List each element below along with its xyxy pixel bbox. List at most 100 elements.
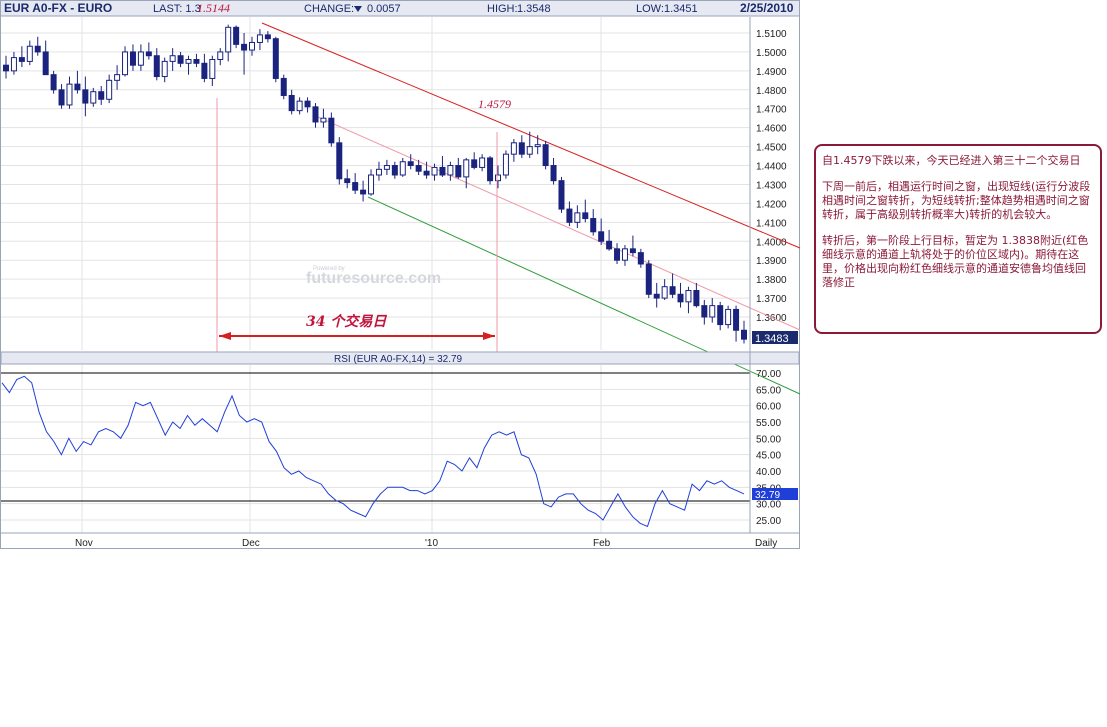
candle-down xyxy=(233,26,240,45)
candle-down xyxy=(455,165,462,178)
candle-up xyxy=(534,144,541,148)
candle-up xyxy=(495,174,501,182)
candle-down xyxy=(590,218,597,233)
high-label: HIGH: xyxy=(487,3,518,15)
rsi-tick-label: 65.00 xyxy=(756,385,781,396)
candle-down xyxy=(645,263,652,295)
analysis-note: 自1.4579下跌以来，今天已经进入第三十二个交易日 下周一前后，相遇运行时间之… xyxy=(814,144,1102,334)
candle-down xyxy=(733,308,740,331)
candle-down xyxy=(439,166,446,176)
note-paragraph-1: 自1.4579下跌以来，今天已经进入第三十二个交易日 xyxy=(822,154,1081,167)
candle-up xyxy=(431,166,438,176)
price-tag: 1.3483 xyxy=(755,333,789,345)
candle-down xyxy=(153,55,160,78)
candle-down xyxy=(566,208,573,223)
candle-down xyxy=(669,286,676,295)
candle-up xyxy=(621,248,628,261)
candle-up xyxy=(709,305,716,318)
price-tick-label: 1.4200 xyxy=(756,199,787,210)
candle-down xyxy=(328,117,335,144)
price-tick-label: 1.4000 xyxy=(756,237,787,248)
candle-down xyxy=(288,94,295,112)
price-tick-label: 1.4900 xyxy=(756,67,787,78)
candle-up xyxy=(66,83,73,106)
candle-up xyxy=(209,59,216,79)
candle-up xyxy=(574,212,581,223)
candle-up xyxy=(320,117,327,123)
span-label: 34 个交易日 xyxy=(306,313,387,330)
candle-up xyxy=(463,159,470,178)
rsi-tick-label: 55.00 xyxy=(756,418,781,429)
candle-up xyxy=(249,41,255,51)
price-tick-label: 1.3800 xyxy=(756,275,787,286)
candle-down xyxy=(42,51,49,76)
candle-down xyxy=(629,248,636,254)
candle-down xyxy=(518,142,525,155)
rsi-tick-label: 30.00 xyxy=(756,500,781,511)
price-tick-label: 1.4600 xyxy=(756,124,787,135)
candle-up xyxy=(122,51,129,76)
candle-down xyxy=(415,165,422,172)
candle-up xyxy=(375,168,382,176)
candle-up xyxy=(185,59,192,64)
candle-down xyxy=(312,106,319,123)
candle-down xyxy=(336,142,343,180)
candle-up xyxy=(114,74,121,81)
price-tick-label: 1.3900 xyxy=(756,256,787,267)
candle-up xyxy=(479,157,486,168)
last-annotation: 1.5144 xyxy=(197,1,230,15)
candle-down xyxy=(304,100,311,108)
note-paragraph-3: 转折后，第一阶段上行目标，暂定为 1.3838附近(红色细线示意的通道上轨将处于… xyxy=(822,234,1089,289)
rsi-label: RSI (EUR A0-FX,14) = 32.79 xyxy=(334,354,463,365)
candle-up xyxy=(169,55,176,62)
candle-down xyxy=(272,38,279,79)
price-tick-label: 1.5000 xyxy=(756,48,787,59)
candle-down xyxy=(264,34,271,40)
price-tick-label: 1.4400 xyxy=(756,162,787,173)
candle-up xyxy=(161,60,168,78)
price-tick-label: 1.4300 xyxy=(756,180,787,191)
candle-down xyxy=(614,248,621,261)
candle-down xyxy=(407,161,414,167)
candle-up xyxy=(725,308,732,326)
candle-down xyxy=(391,165,398,176)
candle-up xyxy=(526,146,533,155)
last-label: LAST: 1.3 xyxy=(153,3,201,15)
candle-down xyxy=(550,165,557,182)
candle-down xyxy=(82,89,89,104)
rsi-tick-label: 50.00 xyxy=(756,434,781,445)
low-value: 1.3451 xyxy=(664,3,698,15)
candle-down xyxy=(177,55,184,64)
price-tick-label: 1.3700 xyxy=(756,294,787,305)
candle-up xyxy=(685,289,692,303)
candle-down xyxy=(241,43,248,51)
candle-down xyxy=(344,178,351,184)
candle-up xyxy=(90,91,97,104)
x-tick-label: Feb xyxy=(593,538,611,549)
candle-down xyxy=(34,45,41,53)
candle-up xyxy=(661,286,668,299)
candle-up xyxy=(510,142,517,155)
candle-down xyxy=(193,59,200,64)
candle-up xyxy=(256,34,263,43)
price-tick-label: 1.4500 xyxy=(756,143,787,154)
note-paragraph-2: 下周一前后，相遇运行时间之窗，出现短线(运行分波段相遇时间之窗转折，为短线转折;… xyxy=(822,180,1091,221)
candle-down xyxy=(50,74,57,91)
candle-down xyxy=(487,157,494,182)
rsi-tick-label: 40.00 xyxy=(756,467,781,478)
candle-down xyxy=(637,252,644,265)
high-value: 1.3548 xyxy=(517,3,551,15)
symbol-label: EUR A0-FX - EURO xyxy=(4,1,112,15)
candle-up xyxy=(137,51,144,66)
candle-up xyxy=(217,51,224,61)
x-tick-label: Dec xyxy=(242,538,260,549)
candle-up xyxy=(502,153,509,176)
candle-down xyxy=(717,305,724,326)
candle-down xyxy=(701,305,708,318)
candle-down xyxy=(558,180,565,210)
candle-down xyxy=(741,329,747,340)
peak-label: 1.4579 xyxy=(478,97,511,111)
watermark: futuresource.com xyxy=(306,270,441,287)
candle-down xyxy=(352,182,359,191)
x-tick-label: Nov xyxy=(75,538,93,549)
